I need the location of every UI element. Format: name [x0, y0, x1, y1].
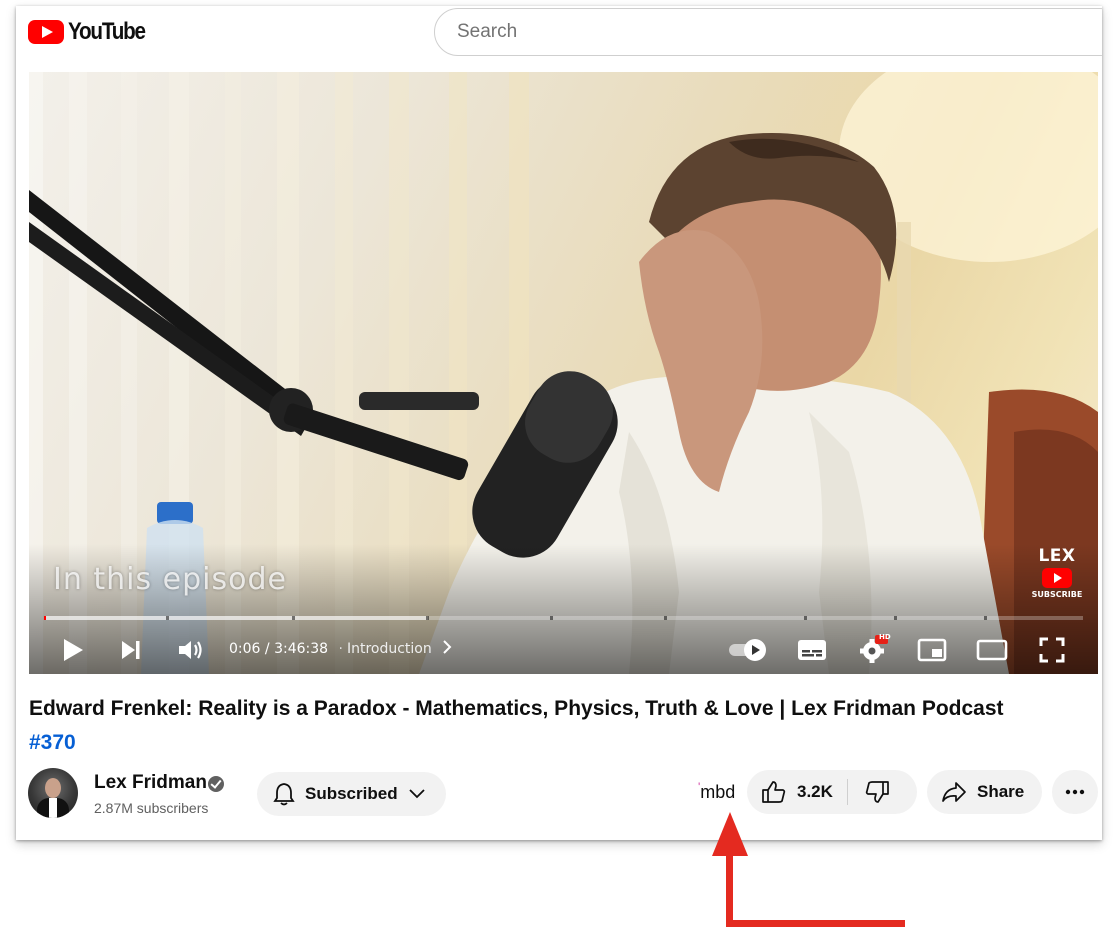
chapter-marker — [984, 616, 987, 620]
mbd-tick-icon: ' — [698, 780, 701, 794]
chapter-marker — [894, 616, 897, 620]
autoplay-toggle-icon — [729, 639, 766, 661]
chapter-marker — [664, 616, 667, 620]
next-icon — [122, 641, 140, 659]
bell-icon — [273, 783, 295, 806]
fullscreen-icon — [1039, 637, 1065, 663]
avatar-shirt — [49, 798, 57, 818]
dot-separator: · — [338, 641, 343, 657]
fullscreen-button[interactable] — [1033, 628, 1071, 672]
autoplay-toggle[interactable] — [725, 628, 773, 672]
play-icon — [64, 639, 83, 661]
thumbs-up-icon — [762, 781, 786, 803]
youtube-logo[interactable]: YouTube — [28, 18, 157, 46]
search-box[interactable] — [434, 8, 1102, 56]
miniplayer-button[interactable] — [913, 628, 951, 672]
hd-badge: HD — [879, 633, 891, 641]
hashtag-link[interactable]: #370 — [29, 731, 76, 754]
play-button[interactable] — [57, 628, 89, 672]
channel-avatar[interactable] — [28, 768, 78, 818]
settings-button[interactable]: HD — [853, 628, 893, 672]
share-label: Share — [977, 782, 1025, 801]
watermark-caption: SUBSCRIBE — [1031, 590, 1083, 599]
chevron-down-icon — [408, 789, 425, 799]
subscribed-label: Subscribed — [305, 784, 398, 803]
chapter-marker — [550, 616, 553, 620]
watermark-title: LEX — [1038, 546, 1076, 566]
share-icon — [942, 782, 966, 802]
subscriber-count: 2.87M subscribers — [94, 800, 209, 816]
duration: 3:46:38 — [274, 641, 329, 657]
verified-badge-icon — [208, 776, 224, 792]
like-count: 3.2K — [797, 782, 833, 801]
mbd-extension-button[interactable]: 'mbd — [698, 780, 736, 803]
subtitles-icon — [798, 640, 826, 660]
youtube-window: YouTube Search In this episode LEX SUBSC… — [16, 6, 1102, 840]
subscribed-button[interactable]: Subscribed — [257, 772, 446, 816]
like-button[interactable]: 3.2K — [747, 770, 833, 814]
more-horizontal-icon — [1065, 789, 1085, 795]
thumbs-down-icon — [865, 781, 889, 803]
annotation-arrow-tail — [726, 920, 905, 927]
channel-name[interactable]: Lex Fridman — [94, 772, 207, 794]
chapter-marker — [292, 616, 295, 620]
channel-watermark[interactable]: LEX SUBSCRIBE — [1027, 546, 1087, 599]
youtube-logo-icon — [28, 20, 64, 44]
volume-button[interactable] — [175, 628, 207, 672]
next-button[interactable] — [115, 628, 147, 672]
share-button[interactable]: Share — [927, 770, 1042, 814]
annotation-arrow-head — [712, 812, 748, 856]
current-time: 0:06 — [229, 641, 261, 657]
more-actions-button[interactable] — [1052, 770, 1098, 814]
like-dislike-bar: 3.2K — [747, 770, 917, 814]
annotation-arrow-shaft — [726, 853, 733, 927]
subtitles-button[interactable] — [793, 628, 831, 672]
chevron-right-icon — [443, 640, 452, 654]
avatar-face — [45, 778, 61, 798]
chapter-title[interactable]: Introduction — [347, 641, 432, 657]
progress-played — [44, 616, 46, 620]
video-player[interactable]: In this episode LEX SUBSCRIBE 0:06 / 3:4… — [29, 72, 1098, 674]
logo-text: YouTube — [68, 18, 146, 45]
video-title-text: Edward Frenkel: Reality is a Paradox - M… — [29, 697, 1004, 720]
video-title: Edward Frenkel: Reality is a Paradox - M… — [29, 692, 1089, 760]
mbd-label: mbd — [700, 782, 736, 802]
search-input[interactable] — [435, 9, 1102, 55]
player-controls: 0:06 / 3:46:38 · Introduction HD — [29, 628, 1098, 672]
chapter-marker — [426, 616, 429, 620]
theater-mode-button[interactable] — [973, 628, 1011, 672]
progress-buffered — [44, 616, 429, 620]
chapter-marker — [166, 616, 169, 620]
progress-bar[interactable] — [44, 616, 1083, 620]
theater-mode-icon — [976, 639, 1008, 661]
dislike-button[interactable] — [848, 770, 890, 814]
chapter-marker — [804, 616, 807, 620]
time-display: 0:06 / 3:46:38 · Introduction — [229, 640, 452, 657]
volume-icon — [179, 641, 202, 659]
overlay-text: In this episode — [53, 562, 287, 597]
time-separator: / — [260, 641, 275, 657]
youtube-play-icon — [1042, 568, 1072, 588]
miniplayer-icon — [917, 638, 947, 662]
